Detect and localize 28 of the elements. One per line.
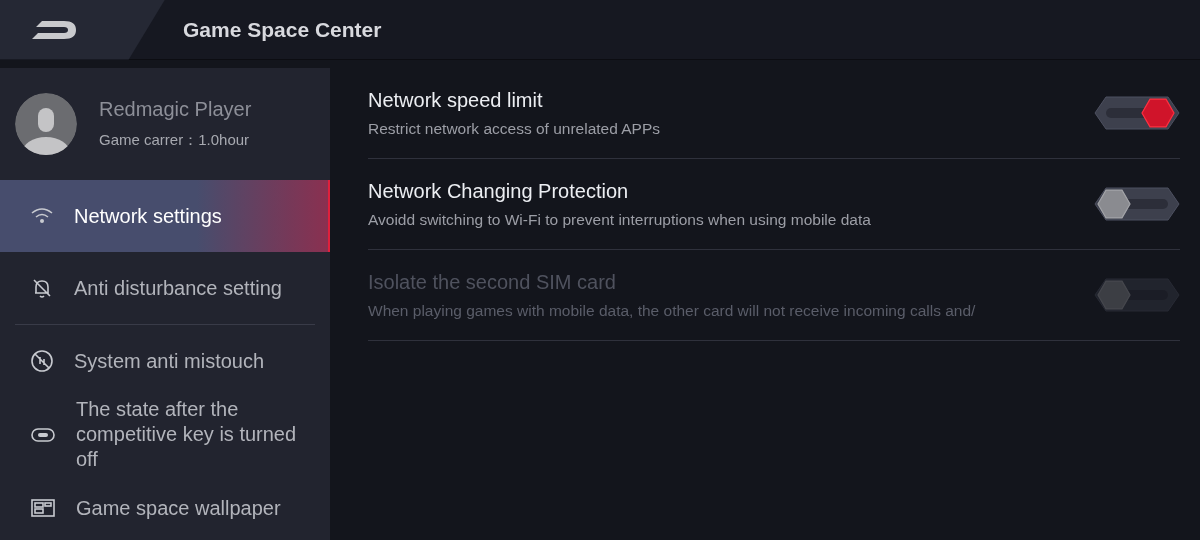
page-title: Game Space Center (183, 17, 382, 42)
back-icon (30, 18, 78, 41)
no-touch-icon (30, 349, 54, 373)
toggle-switch[interactable] (1094, 186, 1180, 222)
avatar (15, 93, 77, 155)
back-button[interactable] (0, 0, 165, 60)
key-icon (30, 425, 56, 444)
setting-title: Network Changing Protection (368, 179, 630, 203)
sidebar-item-label: System anti mistouch (74, 348, 265, 374)
user-name: Redmagic Player (99, 98, 252, 121)
wifi-icon (30, 206, 54, 226)
setting-title: Isolate the second SIM card (368, 270, 617, 294)
sidebar-item-label: Game space wallpaper (76, 495, 281, 521)
setting-description: Restrict network access of unrelated APPs (368, 119, 661, 138)
sidebar-item[interactable]: System anti mistouch (0, 325, 330, 397)
toggle-switch[interactable] (1094, 95, 1180, 131)
sidebar-item[interactable]: The state after the competitive key is turned off (0, 397, 330, 472)
setting-description: When playing games with mobile data, the other card will not receive incoming calls and/ (368, 301, 976, 320)
play-time: Game carrer：1.0hour (99, 131, 251, 150)
sidebar-item-label: The state after the competitive key is turned off (76, 397, 298, 472)
sidebar-item-label: Network settings (74, 203, 222, 229)
wallpaper-icon (30, 498, 56, 518)
sidebar-item[interactable]: Network settings (0, 180, 330, 252)
setting-description: Avoidd switching to Wi-Fi to prevent interruptions when using mobile data (368, 210, 871, 229)
sidebar-item-label: Anti disturbance setting (74, 275, 282, 301)
sidebar-item[interactable]: Game space wallpaper (0, 472, 330, 540)
setting-title: Network speed limit (368, 88, 544, 112)
sidebar-item[interactable]: Anti disturbance setting (0, 252, 330, 324)
